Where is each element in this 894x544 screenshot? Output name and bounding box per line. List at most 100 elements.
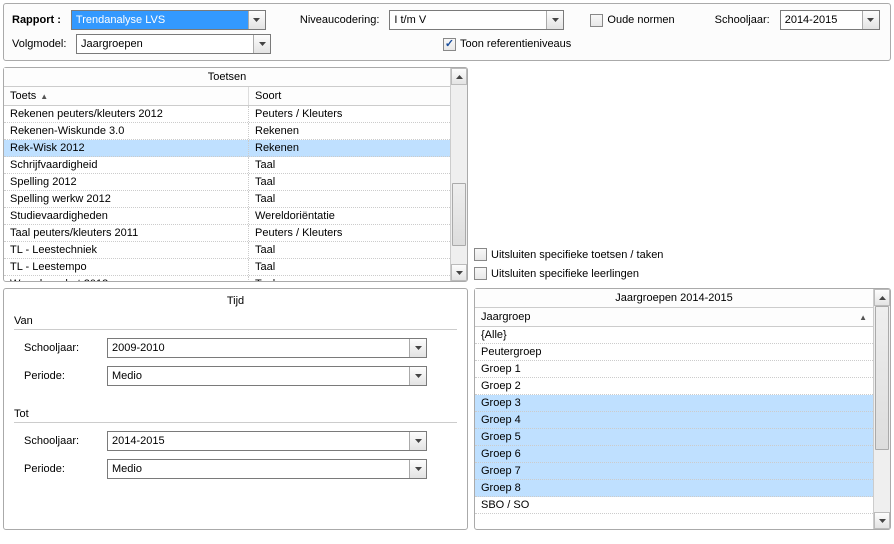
scroll-up-icon[interactable] — [451, 68, 467, 85]
scroll-track[interactable] — [451, 85, 467, 264]
soort-cell: Taal — [249, 157, 450, 173]
tijd-panel: Tijd Van Schooljaar: 2009-2010 Periode: … — [3, 288, 468, 530]
soort-cell: Taal — [249, 276, 450, 281]
scrollbar[interactable] — [450, 68, 467, 281]
table-row[interactable]: Woordenschat 2013Taal — [4, 276, 450, 281]
chevron-down-icon[interactable] — [253, 35, 270, 53]
chevron-down-icon[interactable] — [409, 367, 426, 385]
soort-column-header[interactable]: Soort — [249, 87, 450, 105]
soort-cell: Taal — [249, 242, 450, 258]
table-row[interactable]: Rekenen-Wiskunde 3.0Rekenen — [4, 123, 450, 140]
toets-cell: TL - Leestempo — [4, 259, 249, 275]
volgmodel-combo-text: Jaargroepen — [77, 35, 270, 53]
toets-cell: Rek-Wisk 2012 — [4, 140, 249, 156]
scroll-down-icon[interactable] — [874, 512, 890, 529]
table-row[interactable]: Spelling werkw 2012Taal — [4, 191, 450, 208]
tot-schooljaar-combo[interactable]: 2014-2015 — [107, 431, 427, 451]
table-row[interactable]: Groep 7 — [475, 463, 873, 480]
jaargroep-cell: Groep 7 — [475, 463, 873, 479]
van-periode-combo[interactable]: Medio — [107, 366, 427, 386]
niveau-label: Niveaucodering: — [300, 14, 380, 26]
table-row[interactable]: Rekenen peuters/kleuters 2012Peuters / K… — [4, 106, 450, 123]
table-row[interactable]: StudievaardighedenWereldoriëntatie — [4, 208, 450, 225]
toets-cell: Spelling 2012 — [4, 174, 249, 190]
van-schooljaar-combo[interactable]: 2009-2010 — [107, 338, 427, 358]
rapport-combo-text: Trendanalyse LVS — [72, 11, 265, 29]
jaargroep-cell: Groep 5 — [475, 429, 873, 445]
table-row[interactable]: TL - LeestechniekTaal — [4, 242, 450, 259]
jaargroep-column-header[interactable]: Jaargroep ▲ — [475, 308, 873, 326]
niveau-combo[interactable]: I t/m V — [389, 10, 564, 30]
table-row[interactable]: Groep 6 — [475, 446, 873, 463]
chevron-down-icon[interactable] — [409, 460, 426, 478]
tot-label: Tot — [14, 408, 457, 420]
van-periode-label: Periode: — [24, 370, 99, 382]
rapport-combo[interactable]: Trendanalyse LVS — [71, 10, 266, 30]
toets-cell: Studievaardigheden — [4, 208, 249, 224]
jaargroep-cell: Groep 1 — [475, 361, 873, 377]
scroll-down-icon[interactable] — [451, 264, 467, 281]
volgmodel-combo[interactable]: Jaargroepen — [76, 34, 271, 54]
niveau-combo-text: I t/m V — [390, 11, 563, 29]
table-row[interactable]: Taal peuters/kleuters 2011Peuters / Kleu… — [4, 225, 450, 242]
soort-cell: Taal — [249, 174, 450, 190]
schooljaar-label: Schooljaar: — [715, 14, 770, 26]
table-row[interactable]: Rek-Wisk 2012Rekenen — [4, 140, 450, 157]
table-row[interactable]: Groep 3 — [475, 395, 873, 412]
toets-cell: TL - Leestechniek — [4, 242, 249, 258]
scroll-thumb[interactable] — [452, 183, 466, 246]
oude-normen-checkbox[interactable]: Oude normen — [590, 14, 674, 27]
toets-cell: Rekenen-Wiskunde 3.0 — [4, 123, 249, 139]
soort-cell: Rekenen — [249, 140, 450, 156]
scroll-track[interactable] — [874, 306, 890, 512]
jaargroep-cell: Groep 2 — [475, 378, 873, 394]
checkbox-icon — [474, 267, 487, 280]
table-row[interactable]: Groep 8 — [475, 480, 873, 497]
chevron-down-icon[interactable] — [248, 11, 265, 29]
jaargroep-cell: Groep 3 — [475, 395, 873, 411]
table-row[interactable]: SBO / SO — [475, 497, 873, 514]
table-row[interactable]: {Alle} — [475, 327, 873, 344]
toon-ref-label: Toon referentieniveaus — [460, 38, 571, 50]
table-row[interactable]: Spelling 2012Taal — [4, 174, 450, 191]
schooljaar-combo[interactable]: 2014-2015 — [780, 10, 880, 30]
table-row[interactable]: Groep 5 — [475, 429, 873, 446]
chevron-down-icon[interactable] — [546, 11, 563, 29]
sort-asc-icon: ▲ — [859, 313, 867, 322]
table-row[interactable]: Groep 4 — [475, 412, 873, 429]
soort-cell: Peuters / Kleuters — [249, 106, 450, 122]
scroll-up-icon[interactable] — [874, 289, 890, 306]
table-row[interactable]: Peutergroep — [475, 344, 873, 361]
tot-periode-combo[interactable]: Medio — [107, 459, 427, 479]
rapport-label: Rapport : — [12, 14, 61, 26]
uitsluiten-options: Uitsluiten specifieke toetsen / taken Ui… — [474, 246, 891, 282]
table-row[interactable]: Groep 1 — [475, 361, 873, 378]
jaargroep-cell: Groep 8 — [475, 480, 873, 496]
checkbox-icon — [474, 248, 487, 261]
checkbox-icon — [590, 14, 603, 27]
soort-cell: Taal — [249, 191, 450, 207]
scrollbar[interactable] — [873, 289, 890, 529]
toets-cell: Rekenen peuters/kleuters 2012 — [4, 106, 249, 122]
soort-cell: Wereldoriëntatie — [249, 208, 450, 224]
toets-column-header[interactable]: Toets ▲ — [4, 87, 249, 105]
uitsluiten-toetsen-checkbox[interactable]: Uitsluiten specifieke toetsen / taken — [474, 248, 889, 261]
chevron-down-icon[interactable] — [409, 339, 426, 357]
table-row[interactable]: SchrijfvaardigheidTaal — [4, 157, 450, 174]
jaargroep-cell: Groep 4 — [475, 412, 873, 428]
uitsluiten-leerlingen-checkbox[interactable]: Uitsluiten specifieke leerlingen — [474, 267, 889, 280]
table-row[interactable]: Groep 2 — [475, 378, 873, 395]
chevron-down-icon[interactable] — [409, 432, 426, 450]
scroll-thumb[interactable] — [875, 306, 889, 450]
toetsen-grid: Toetsen Toets ▲ Soort Rekenen peuters/kl… — [3, 67, 468, 282]
toets-cell: Woordenschat 2013 — [4, 276, 249, 281]
table-row[interactable]: TL - LeestempoTaal — [4, 259, 450, 276]
jaargroep-cell: Peutergroep — [475, 344, 873, 360]
chevron-down-icon[interactable] — [862, 11, 879, 29]
volgmodel-label: Volgmodel: — [12, 38, 66, 50]
soort-cell: Taal — [249, 259, 450, 275]
van-schooljaar-label: Schooljaar: — [24, 342, 99, 354]
toets-cell: Spelling werkw 2012 — [4, 191, 249, 207]
soort-cell: Rekenen — [249, 123, 450, 139]
toon-ref-checkbox[interactable]: Toon referentieniveaus — [443, 38, 571, 51]
